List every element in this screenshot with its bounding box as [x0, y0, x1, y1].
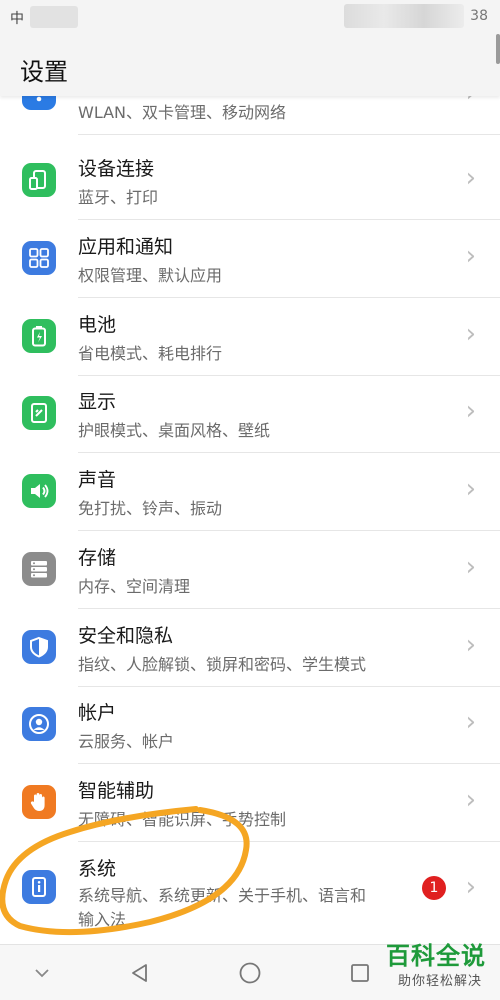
notification-badge: 1: [422, 876, 446, 900]
status-time-text: 38: [470, 8, 488, 24]
chevron-right-icon: ›: [465, 319, 476, 349]
system-info-icon: [22, 870, 56, 904]
settings-item-title: 系统: [78, 858, 117, 880]
settings-item-subtitle: 护眼模式、桌面风格、壁纸: [78, 421, 271, 440]
chevron-right-icon: ›: [465, 163, 476, 193]
chevron-right-icon: ›: [465, 396, 476, 426]
scrollbar[interactable]: [496, 34, 500, 64]
settings-item-subtitle: 无障碍、智能识屏、手势控制: [78, 810, 287, 829]
home-icon[interactable]: [236, 959, 264, 987]
battery-icon: [22, 319, 56, 353]
page-title: 设置: [20, 58, 68, 86]
settings-item-title: 智能辅助: [78, 780, 155, 802]
settings-item-apps-notifications[interactable]: 应用和通知 权限管理、默认应用 ›: [0, 220, 500, 298]
status-carrier-text: 中: [10, 11, 24, 27]
speaker-icon: [22, 474, 56, 508]
settings-item-title: 应用和通知: [78, 236, 174, 258]
settings-item-system[interactable]: 系统 系统导航、系统更新、关于手机、语言和 输入法 1 ›: [0, 842, 500, 944]
settings-item-subtitle-line2: 输入法: [78, 910, 127, 929]
settings-item-subtitle: 省电模式、耗电排行: [78, 344, 223, 363]
settings-item-battery[interactable]: 电池 省电模式、耗电排行 ›: [0, 298, 500, 376]
settings-item-subtitle: 云服务、帐户: [78, 732, 175, 751]
settings-list: WLAN、双卡管理、移动网络 › 设备连接 蓝牙、打印 › 应用和通知 权限管理…: [0, 96, 500, 944]
status-bar: 中 38: [0, 0, 500, 34]
watermark-title: 百科全说: [386, 942, 486, 970]
chevron-right-icon: ›: [466, 96, 476, 108]
settings-item-subtitle: 指纹、人脸解锁、锁屏和密码、学生模式: [78, 655, 367, 674]
chevron-right-icon: ›: [465, 474, 476, 504]
display-icon: [22, 396, 56, 430]
hand-icon: [22, 785, 56, 819]
settings-item-title: 显示: [78, 391, 117, 413]
settings-item-display[interactable]: 显示 护眼模式、桌面风格、壁纸 ›: [0, 375, 500, 453]
watermark-logo: 百科全说 助你轻松解决: [374, 936, 486, 994]
settings-item-title: 电池: [78, 314, 117, 336]
device-connection-icon: [22, 163, 56, 197]
chevron-right-icon: ›: [465, 785, 476, 815]
status-blurred-region: [30, 6, 78, 28]
account-icon: [22, 707, 56, 741]
divider: [78, 133, 500, 135]
watermark-subtitle: 助你轻松解决: [397, 974, 482, 989]
chevron-right-icon: ›: [465, 552, 476, 582]
settings-item-subtitle: 蓝牙、打印: [78, 188, 159, 207]
settings-item-title: 安全和隐私: [78, 625, 174, 647]
settings-item-title: 声音: [78, 469, 117, 491]
chevron-right-icon: ›: [465, 872, 476, 902]
chevron-down-icon[interactable]: [28, 959, 56, 987]
back-icon[interactable]: [126, 959, 154, 987]
settings-item-storage[interactable]: 存储 内存、空间清理 ›: [0, 531, 500, 609]
wifi-icon: [22, 96, 56, 110]
settings-item-subtitle: WLAN、双卡管理、移动网络: [78, 103, 287, 122]
apps-grid-icon: [22, 241, 56, 275]
settings-item-title: 设备连接: [78, 158, 155, 180]
status-blurred-region-right: [344, 4, 464, 28]
chevron-right-icon: ›: [465, 630, 476, 660]
settings-item-wireless-networks[interactable]: WLAN、双卡管理、移动网络 ›: [0, 96, 500, 135]
settings-item-title: 存储: [78, 547, 117, 569]
chevron-right-icon: ›: [465, 707, 476, 737]
settings-item-smart-assistance[interactable]: 智能辅助 无障碍、智能识屏、手势控制 ›: [0, 764, 500, 842]
shield-icon: [22, 630, 56, 664]
settings-item-title: 帐户: [78, 702, 117, 724]
app-header: 设置: [0, 34, 500, 96]
storage-icon: [22, 552, 56, 586]
settings-item-device-connection[interactable]: 设备连接 蓝牙、打印 ›: [0, 142, 500, 220]
chevron-right-icon: ›: [465, 241, 476, 271]
settings-item-subtitle: 免打扰、铃声、振动: [78, 499, 223, 518]
settings-item-security-privacy[interactable]: 安全和隐私 指纹、人脸解锁、锁屏和密码、学生模式 ›: [0, 609, 500, 687]
recent-apps-icon[interactable]: [346, 959, 374, 987]
settings-item-account[interactable]: 帐户 云服务、帐户 ›: [0, 686, 500, 764]
settings-item-subtitle: 内存、空间清理: [78, 577, 191, 596]
settings-item-subtitle: 系统导航、系统更新、关于手机、语言和: [78, 886, 367, 905]
settings-item-subtitle: 权限管理、默认应用: [78, 266, 223, 285]
settings-item-sound[interactable]: 声音 免打扰、铃声、振动 ›: [0, 453, 500, 531]
